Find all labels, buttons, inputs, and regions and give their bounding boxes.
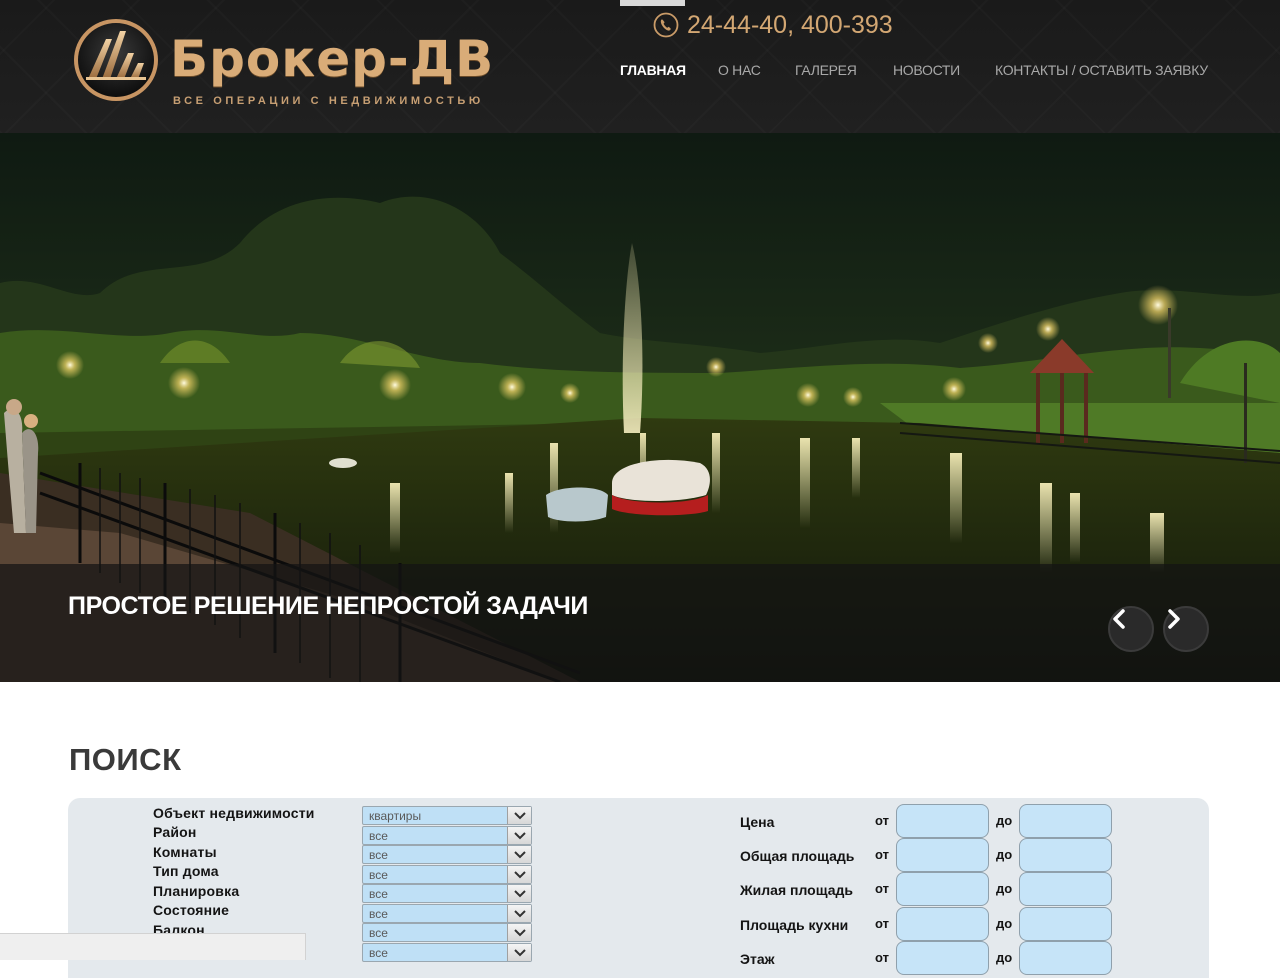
floor-to-input[interactable]: [1019, 941, 1112, 975]
nav-item-home[interactable]: ГЛАВНАЯ: [620, 62, 686, 78]
select-value: все: [369, 848, 388, 862]
range-from-label: от: [875, 950, 889, 965]
chevron-down-icon: [507, 924, 531, 941]
chevron-down-icon: [507, 905, 531, 922]
select-district[interactable]: все: [362, 826, 532, 845]
brand-tagline: ВСЕ ОПЕРАЦИИ С НЕДВИЖИМОСТЬЮ: [173, 95, 484, 107]
select-value: все: [369, 887, 388, 901]
select-condition[interactable]: все: [362, 904, 532, 923]
range-to-label: до: [996, 813, 1013, 828]
chevron-down-icon: [507, 807, 531, 824]
range-label-price: Цена: [740, 814, 775, 830]
chevron-down-icon: [507, 827, 531, 844]
logo-emblem-icon[interactable]: [72, 17, 160, 103]
filter-label-property: Объект недвижимости: [153, 805, 315, 821]
phone-icon: [653, 12, 679, 38]
filter-label-layout: Планировка: [153, 883, 240, 899]
range-from-label: от: [875, 916, 889, 931]
kitchen-area-from-input[interactable]: [896, 907, 989, 941]
nav-item-news[interactable]: НОВОСТИ: [893, 62, 960, 78]
chevron-down-icon: [507, 866, 531, 883]
select-value: квартиры: [369, 809, 422, 823]
nav-item-contacts[interactable]: КОНТАКТЫ / ОСТАВИТЬ ЗАЯВКУ: [995, 62, 1208, 78]
select-property-type[interactable]: квартиры: [362, 806, 532, 825]
price-from-input[interactable]: [896, 804, 989, 838]
range-to-label: до: [996, 881, 1013, 896]
select-value: все: [369, 829, 388, 843]
chevron-left-icon: [1113, 609, 1125, 629]
select-rooms[interactable]: все: [362, 845, 532, 864]
slider-prev-button[interactable]: [1108, 606, 1154, 652]
slide-caption-bar: ПРОСТОЕ РЕШЕНИЕ НЕПРОСТОЙ ЗАДАЧИ: [0, 564, 1280, 682]
select-layout[interactable]: все: [362, 884, 532, 903]
active-nav-indicator: [620, 0, 685, 6]
chevron-down-icon: [507, 885, 531, 902]
range-label-floor: Этаж: [740, 951, 775, 967]
main-nav: ГЛАВНАЯ О НАС ГАЛЕРЕЯ НОВОСТИ КОНТАКТЫ /…: [0, 62, 1280, 82]
range-to-label: до: [996, 950, 1013, 965]
phone-contact: 24-44-40, 400-393: [653, 10, 893, 40]
bottom-bar: [0, 933, 306, 960]
select-value: все: [369, 926, 388, 940]
range-from-label: от: [875, 813, 889, 828]
kitchen-area-to-input[interactable]: [1019, 907, 1112, 941]
hero-slider: ПРОСТОЕ РЕШЕНИЕ НЕПРОСТОЙ ЗАДАЧИ: [0, 133, 1280, 682]
nav-item-about[interactable]: О НАС: [718, 62, 761, 78]
filter-label-condition: Состояние: [153, 902, 230, 918]
search-title: ПОИСК: [69, 742, 182, 777]
filter-label-rooms: Комнаты: [153, 844, 217, 860]
range-label-kitchen-area: Площадь кухни: [740, 917, 849, 933]
range-from-label: от: [875, 847, 889, 862]
select-extra[interactable]: все: [362, 943, 532, 962]
select-balcony[interactable]: все: [362, 923, 532, 942]
range-label-living-area: Жилая площадь: [740, 882, 853, 898]
select-value: все: [369, 907, 388, 921]
living-area-from-input[interactable]: [896, 872, 989, 906]
total-area-to-input[interactable]: [1019, 838, 1112, 872]
chevron-down-icon: [507, 944, 531, 961]
range-from-label: от: [875, 881, 889, 896]
range-label-total-area: Общая площадь: [740, 848, 855, 864]
phone-number: 24-44-40, 400-393: [687, 10, 893, 39]
filter-label-house-type: Тип дома: [153, 863, 219, 879]
select-value: все: [369, 946, 388, 960]
living-area-to-input[interactable]: [1019, 872, 1112, 906]
range-to-label: до: [996, 916, 1013, 931]
range-to-label: до: [996, 847, 1013, 862]
chevron-right-icon: [1168, 609, 1180, 629]
select-house-type[interactable]: все: [362, 865, 532, 884]
slide-caption: ПРОСТОЕ РЕШЕНИЕ НЕПРОСТОЙ ЗАДАЧИ: [68, 592, 588, 620]
floor-from-input[interactable]: [896, 941, 989, 975]
select-value: все: [369, 868, 388, 882]
total-area-from-input[interactable]: [896, 838, 989, 872]
filter-label-district: Район: [153, 824, 197, 840]
price-to-input[interactable]: [1019, 804, 1112, 838]
site-header: Брокер-ДВ ВСЕ ОПЕРАЦИИ С НЕДВИЖИМОСТЬЮ 2…: [0, 0, 1280, 133]
slider-next-button[interactable]: [1163, 606, 1209, 652]
chevron-down-icon: [507, 846, 531, 863]
nav-item-gallery[interactable]: ГАЛЕРЕЯ: [795, 62, 857, 78]
